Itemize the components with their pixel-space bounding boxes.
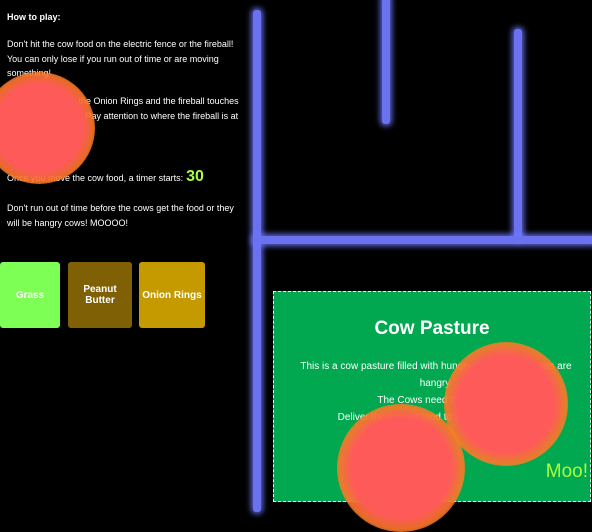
peanut-butter-button[interactable]: Peanut Butter	[68, 262, 132, 328]
fireball-icon	[444, 342, 568, 466]
timer-value: 30	[186, 168, 204, 185]
moo-text: Moo!	[545, 461, 588, 482]
fence-wall-top-stub	[382, 0, 390, 124]
fireball-icon	[0, 72, 95, 184]
fence-wall-horizontal	[253, 236, 592, 244]
instructions-rule-4: Don't run out of time before the cows ge…	[7, 203, 234, 228]
fence-wall-left	[253, 10, 261, 512]
fireball-icon	[337, 404, 465, 532]
grass-button[interactable]: Grass	[0, 262, 60, 328]
fence-wall-right-stub	[514, 29, 522, 240]
instructions-title: How to play:	[7, 12, 61, 22]
pasture-title: Cow Pasture	[374, 318, 490, 339]
onion-rings-button[interactable]: Onion Rings	[139, 262, 205, 328]
